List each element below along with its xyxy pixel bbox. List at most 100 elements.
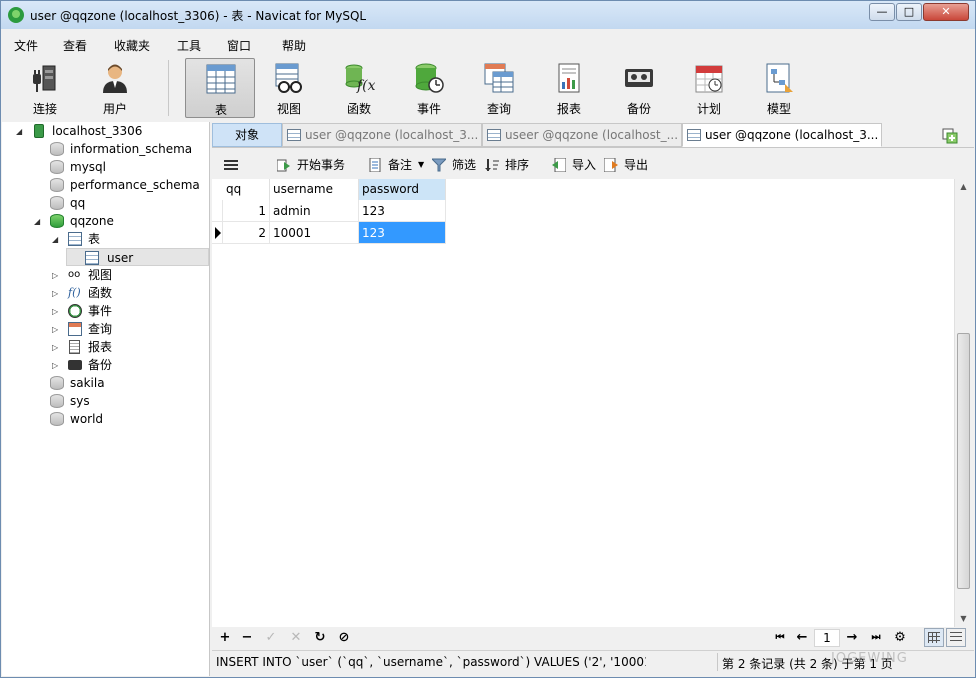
menu-file[interactable]: 文件 [14,37,38,54]
tree-db-mysql[interactable]: mysql [2,158,210,176]
export-icon [604,158,618,172]
table-cell[interactable]: 2 [223,222,270,244]
tree-label: localhost_3306 [52,124,143,138]
table-cell-selected[interactable]: 123 [359,222,446,244]
memo-button[interactable]: 备注 ▼ [368,156,428,174]
tree-db-qqzone[interactable]: ◢ qqzone [2,212,210,230]
menu-favorites[interactable]: 收藏夹 [114,37,150,54]
begin-transaction-button[interactable]: 开始事务 [277,156,357,174]
table-cell[interactable]: 123 [359,200,446,222]
collapsed-arrow-icon[interactable]: ▷ [52,321,62,339]
close-button[interactable]: ✕ [923,3,969,21]
tree-db-information-schema[interactable]: information_schema [2,140,210,158]
column-header-qq[interactable]: qq [223,179,270,200]
toolbar-function-button[interactable]: f(x) 函数 [326,58,392,118]
tree-db-qq[interactable]: qq [2,194,210,212]
previous-page-button[interactable]: ← [794,630,810,646]
scroll-up-arrow-icon[interactable]: ▲ [955,179,972,195]
export-button[interactable]: 导出 [604,156,654,174]
menu-bar: 文件 查看 收藏夹 工具 窗口 帮助 [2,34,974,54]
scroll-down-arrow-icon[interactable]: ▼ [955,611,972,627]
page-number-input[interactable]: 1 [814,629,840,647]
tree-table-user[interactable]: user [66,248,209,266]
scrollbar-thumb[interactable] [957,333,970,589]
column-header-password[interactable]: password [359,179,446,200]
first-page-button[interactable]: ⏮ [772,630,788,646]
new-tab-button[interactable] [939,124,963,146]
toolbar-connection-button[interactable]: 连接 [12,58,78,118]
delete-record-button[interactable]: − [239,630,255,646]
maximize-button[interactable]: □ [896,3,922,21]
menu-view[interactable]: 查看 [63,37,87,54]
menu-help[interactable]: 帮助 [282,37,306,54]
row-indicator[interactable] [212,200,223,222]
navigation-tree: ◢ localhost_3306 information_schema mysq… [2,122,210,676]
add-record-button[interactable]: + [217,630,233,646]
tree-folder-events[interactable]: ▷ 事件 [2,302,210,320]
collapsed-arrow-icon[interactable]: ▷ [52,303,62,321]
toolbar-query-button[interactable]: 查询 [466,58,532,118]
menu-button[interactable] [224,156,240,174]
table-cell[interactable]: 10001 [270,222,359,244]
settings-gear-icon[interactable]: ⚙ [892,630,908,646]
tab-user-design[interactable]: user @qqzone (localhost_3... [282,123,482,147]
collapsed-arrow-icon[interactable]: ▷ [52,267,62,285]
table-design-icon [287,129,301,141]
data-grid: qq username password 1 admin 123 2 10001… [212,179,954,627]
tree-label: performance_schema [70,178,200,192]
tree-folder-reports[interactable]: ▷ 报表 [2,338,210,356]
import-button[interactable]: 导入 [552,156,602,174]
toolbar-backup-button[interactable]: 备份 [606,58,672,118]
toolbar-user-button[interactable]: 用户 [82,58,148,118]
tab-useer-table[interactable]: useer @qqzone (localhost_... [482,123,682,147]
tree-db-sys[interactable]: sys [2,392,210,410]
main-toolbar: 连接 用户 表 视图 f(x) 函数 事件 查询 报表 [2,56,974,121]
refresh-button[interactable]: ↻ [312,630,328,646]
sort-button[interactable]: 排序 [485,156,535,174]
tree-db-world[interactable]: world [2,410,210,428]
toolbar-model-button[interactable]: 模型 [746,58,812,118]
tree-folder-views[interactable]: ▷ oo 视图 [2,266,210,284]
stop-button[interactable]: ⊘ [336,630,352,646]
menu-tools[interactable]: 工具 [177,37,201,54]
vertical-scrollbar[interactable]: ▲ ▼ [954,179,971,627]
discard-changes-button[interactable]: ✕ [288,630,304,646]
column-header-username[interactable]: username [270,179,359,200]
tree-server-localhost[interactable]: ◢ localhost_3306 [2,122,210,140]
table-cell[interactable]: admin [270,200,359,222]
next-page-button[interactable]: → [844,630,860,646]
tree-db-performance-schema[interactable]: performance_schema [2,176,210,194]
toolbar-table-button[interactable]: 表 [185,58,255,118]
tab-user-table[interactable]: user @qqzone (localhost_3... [682,123,882,147]
collapsed-arrow-icon[interactable]: ▷ [52,339,62,357]
toolbar-view-button[interactable]: 视图 [256,58,322,118]
expanded-arrow-icon[interactable]: ◢ [52,231,62,249]
tree-db-sakila[interactable]: sakila [2,374,210,392]
minimize-button[interactable]: — [869,3,895,21]
table-cell[interactable]: 1 [223,200,270,222]
collapsed-arrow-icon[interactable]: ▷ [52,285,62,303]
menu-window[interactable]: 窗口 [227,37,251,54]
toolbar-schedule-button[interactable]: 计划 [676,58,742,118]
toolbar-report-button[interactable]: 报表 [536,58,602,118]
collapsed-arrow-icon[interactable]: ▷ [52,357,62,375]
filter-label: 筛选 [452,158,477,172]
last-page-button[interactable]: ⏭ [868,630,884,646]
tree-folder-queries[interactable]: ▷ 查询 [2,320,210,338]
function-icon: f() [68,286,81,299]
tree-folder-tables[interactable]: ◢ 表 [2,230,210,248]
toolbar-event-button[interactable]: 事件 [396,58,462,118]
tree-folder-functions[interactable]: ▷ f() 函数 [2,284,210,302]
expanded-arrow-icon[interactable]: ◢ [34,213,44,231]
toolbar-label: 计划 [696,102,721,116]
expanded-arrow-icon[interactable]: ◢ [16,123,26,141]
filter-button[interactable]: 筛选 [432,156,482,174]
table-icon [206,64,236,94]
query-icon [484,63,514,93]
row-indicator[interactable] [212,222,223,244]
apply-changes-button[interactable]: ✓ [263,630,279,646]
tree-folder-backups[interactable]: ▷ 备份 [2,356,210,374]
form-view-button[interactable] [946,628,966,647]
tab-objects[interactable]: 对象 [212,123,282,147]
grid-view-button[interactable] [924,628,944,647]
